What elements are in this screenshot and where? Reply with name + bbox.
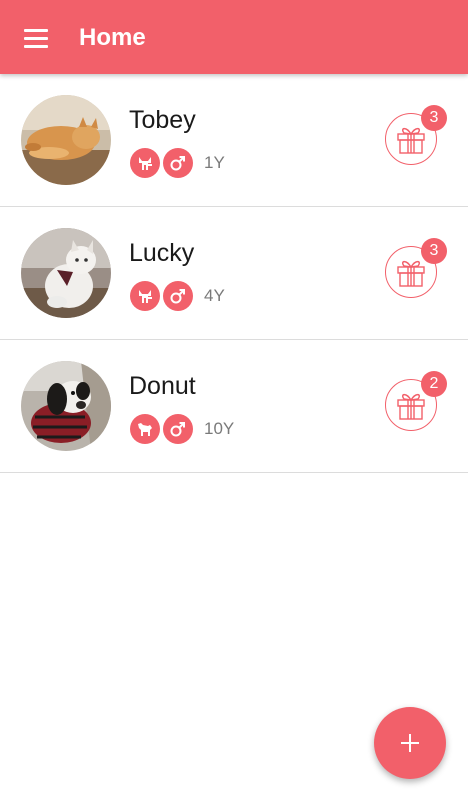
gift-icon — [397, 127, 425, 154]
pet-row-tobey[interactable]: Tobey 1Y 3 — [0, 74, 468, 207]
gift-count-badge: 3 — [421, 238, 447, 264]
add-pet-button[interactable] — [374, 707, 446, 779]
gift-count-badge: 2 — [421, 371, 447, 397]
dog-icon — [130, 414, 160, 444]
app-bar: Home — [0, 0, 468, 74]
pet-list: Tobey 1Y 3 Lucky 4Y 3 Donut 10Y 2 — [0, 74, 468, 473]
cat-icon — [130, 281, 160, 311]
pet-name: Lucky — [129, 239, 195, 267]
pet-age: 1Y — [204, 153, 225, 172]
page-title: Home — [79, 24, 146, 51]
pet-avatar[interactable] — [21, 95, 111, 185]
pet-row-lucky[interactable]: Lucky 4Y 3 — [0, 207, 468, 340]
pet-name: Donut — [129, 372, 196, 400]
pet-row-donut[interactable]: Donut 10Y 2 — [0, 340, 468, 473]
cat-icon — [130, 148, 160, 178]
pet-avatar[interactable] — [21, 228, 111, 318]
gift-icon — [397, 393, 425, 420]
pet-name: Tobey — [129, 106, 196, 134]
male-icon — [163, 148, 193, 178]
gift-count-badge: 3 — [421, 105, 447, 131]
male-icon — [163, 281, 193, 311]
hamburger-menu-icon[interactable] — [14, 18, 58, 58]
pet-age: 4Y — [204, 286, 225, 305]
male-icon — [163, 414, 193, 444]
pet-avatar[interactable] — [21, 361, 111, 451]
pet-age: 10Y — [204, 419, 235, 438]
gift-icon — [397, 260, 425, 287]
